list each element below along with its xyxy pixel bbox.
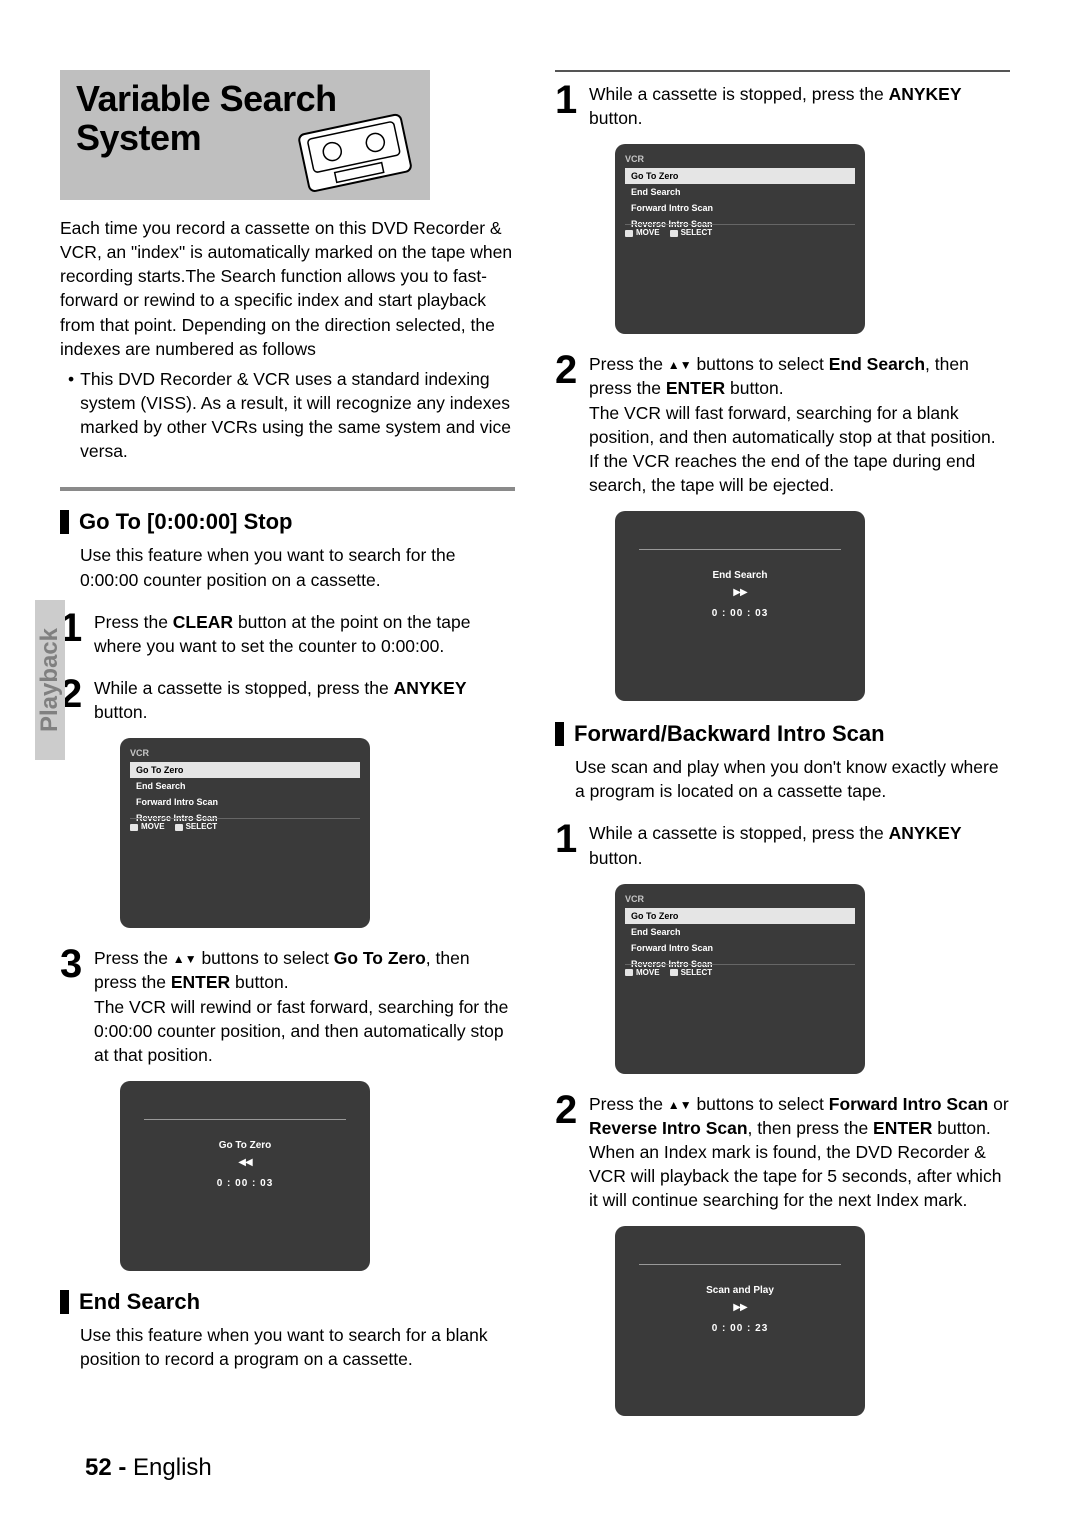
down-arrow-icon — [680, 1094, 692, 1114]
subhead-goto: Go To [0:00:00] Stop — [60, 509, 515, 535]
osd-row: End Search — [625, 184, 855, 200]
goto-step3-tail: The VCR will rewind or fast forward, sea… — [94, 995, 515, 1067]
up-arrow-icon — [173, 948, 185, 968]
subhead-bar-icon — [60, 1290, 69, 1314]
section-goto: Go To [0:00:00] Stop Use this feature wh… — [60, 487, 515, 1271]
osd-vcr-menu: VCR Go To Zero End Search Forward Intro … — [120, 738, 370, 928]
down-arrow-icon — [680, 354, 692, 374]
forward-icon: ▶▶ — [625, 587, 855, 598]
step-number: 1 — [555, 82, 589, 130]
intro-bullet: • This DVD Recorder & VCR uses a standar… — [60, 367, 515, 464]
osd-row: Forward Intro Scan — [625, 200, 855, 216]
subhead-end-text: End Search — [79, 1289, 200, 1315]
osd-header: VCR — [625, 154, 855, 164]
chapter-tab: Playback — [35, 600, 65, 760]
goto-step-1: 1 Press the CLEAR button at the point on… — [60, 610, 515, 658]
subhead-goto-text: Go To [0:00:00] Stop — [79, 509, 293, 535]
osd-goto-status: Go To Zero ◀◀ 0 : 00 : 03 — [120, 1081, 370, 1271]
osd-move-label: MOVE — [625, 968, 660, 977]
osd-select-label: SELECT — [670, 228, 713, 237]
step-number: 2 — [60, 676, 94, 724]
osd-header: VCR — [625, 894, 855, 904]
page-footer: 52 - English — [85, 1454, 212, 1482]
subhead-scan-text: Forward/Backward Intro Scan — [574, 721, 885, 747]
subhead-bar-icon — [555, 722, 564, 746]
osd-status-time: 0 : 00 : 03 — [130, 1178, 360, 1189]
step-number: 1 — [60, 610, 94, 658]
osd-row: End Search — [625, 924, 855, 940]
end-step2-tail: The VCR will fast forward, searching for… — [589, 401, 1010, 498]
osd-row: Forward Intro Scan — [625, 940, 855, 956]
osd-header: VCR — [130, 748, 360, 758]
step-number: 2 — [555, 1092, 589, 1213]
page-title-box: Variable Search System — [60, 70, 430, 200]
scan-step-2: 2 Press the buttons to select Forward In… — [555, 1092, 1010, 1213]
forward-icon: ▶▶ — [625, 1302, 855, 1313]
bullet-dot: • — [68, 367, 74, 464]
right-column: 1 While a cassette is stopped, press the… — [555, 70, 1010, 1424]
up-arrow-icon — [668, 1094, 680, 1114]
subhead-scan: Forward/Backward Intro Scan — [555, 721, 1010, 747]
intro-text: Each time you record a cassette on this … — [60, 216, 515, 361]
down-arrow-icon — [185, 948, 197, 968]
goto-desc: Use this feature when you want to search… — [60, 543, 515, 591]
osd-scan-status: Scan and Play ▶▶ 0 : 00 : 23 — [615, 1226, 865, 1416]
cassette-icon — [284, 98, 424, 198]
osd-status-label: Go To Zero — [130, 1140, 360, 1151]
up-arrow-icon — [668, 354, 680, 374]
osd-status-time: 0 : 00 : 03 — [625, 608, 855, 619]
page-language: English — [133, 1454, 212, 1481]
end-step-2: 2 Press the buttons to select End Search… — [555, 352, 1010, 497]
osd-row: Forward Intro Scan — [130, 794, 360, 810]
goto-step-3: 3 Press the buttons to select Go To Zero… — [60, 946, 515, 1067]
osd-row: Go To Zero — [625, 908, 855, 924]
rewind-icon: ◀◀ — [130, 1157, 360, 1168]
page-number: 52 - — [85, 1454, 126, 1481]
osd-status-label: End Search — [625, 570, 855, 581]
step-number: 1 — [555, 821, 589, 869]
osd-end-status: End Search ▶▶ 0 : 00 : 03 — [615, 511, 865, 701]
osd-status-time: 0 : 00 : 23 — [625, 1323, 855, 1334]
osd-vcr-menu: VCR Go To Zero End Search Forward Intro … — [615, 884, 865, 1074]
subhead-end: End Search — [60, 1289, 515, 1315]
bullet-text: This DVD Recorder & VCR uses a standard … — [80, 367, 515, 464]
end-desc: Use this feature when you want to search… — [60, 1323, 515, 1371]
osd-row: Go To Zero — [130, 762, 360, 778]
osd-move-label: MOVE — [625, 228, 660, 237]
osd-status-label: Scan and Play — [625, 1285, 855, 1296]
osd-select-label: SELECT — [175, 822, 218, 831]
subhead-bar-icon — [60, 510, 69, 534]
osd-row: Go To Zero — [625, 168, 855, 184]
scan-desc: Use scan and play when you don't know ex… — [555, 755, 1010, 803]
goto-step-2: 2 While a cassette is stopped, press the… — [60, 676, 515, 724]
end-step-1: 1 While a cassette is stopped, press the… — [555, 82, 1010, 130]
osd-vcr-menu: VCR Go To Zero End Search Forward Intro … — [615, 144, 865, 334]
step-number: 2 — [555, 352, 589, 497]
chapter-tab-label: Playback — [36, 628, 64, 732]
osd-row: End Search — [130, 778, 360, 794]
osd-select-label: SELECT — [670, 968, 713, 977]
step-number: 3 — [60, 946, 94, 1067]
scan-step-1: 1 While a cassette is stopped, press the… — [555, 821, 1010, 869]
left-column: Variable Search System Each time you rec… — [60, 70, 515, 1424]
osd-move-label: MOVE — [130, 822, 165, 831]
